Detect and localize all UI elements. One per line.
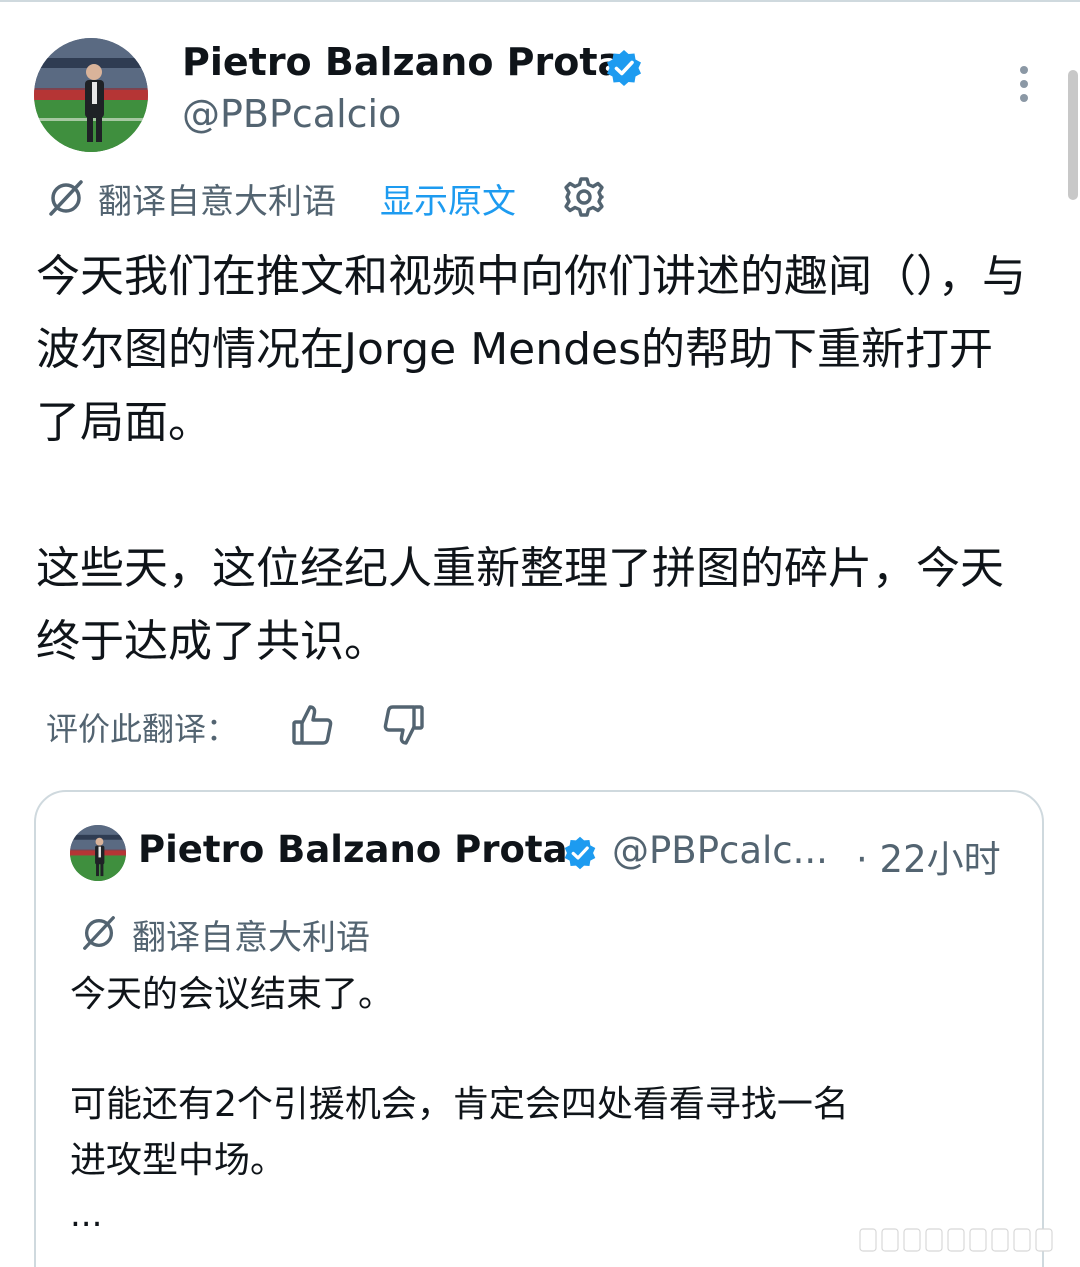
tweet-detail-screen: Pietro Balzano Prota @PBPcalcio 翻译自意大利语 … (0, 0, 1080, 1267)
quoted-author-avatar (70, 825, 126, 881)
thumbs-up-icon[interactable] (290, 702, 336, 748)
tweet-paragraph: 这些天，这位经纪人重新整理了拼图的碎片，今天终于达成了共识。 (36, 543, 1004, 667)
tweet-paragraph: 今天我们在推文和视频中向你们讲述的趣闻（），与波尔图的情况在Jorge Mend… (36, 251, 1026, 448)
quoted-ellipsis: ... (70, 1195, 103, 1235)
verified-badge-icon (564, 836, 596, 870)
quoted-line: 可能还有2个引援机会，肯定会四处看看寻找一名 (70, 1084, 849, 1125)
watermark-logo (859, 1228, 1053, 1252)
quoted-translated-from-label: 翻译自意大利语 (132, 918, 370, 958)
more-vertical-icon[interactable] (1004, 62, 1044, 106)
top-divider (0, 0, 1080, 2)
thumbs-down-icon[interactable] (380, 702, 426, 748)
quoted-tweet-text: 今天的会议结束了。 可能还有2个引援机会，肯定会四处看看寻找一名 进攻型中场。 (70, 967, 1010, 1189)
quoted-author-handle: @PBPcalc... (612, 829, 828, 872)
quoted-line: 进攻型中场。 (70, 1140, 287, 1181)
tweet-text: 今天我们在推文和视频中向你们讲述的趣闻（），与波尔图的情况在Jorge Mend… (36, 240, 1036, 678)
show-original-link[interactable]: 显示原文 (380, 174, 516, 223)
verified-badge-icon (607, 50, 641, 86)
quoted-line: 今天的会议结束了。 (70, 974, 395, 1015)
rate-translation-label: 评价此翻译： (46, 710, 239, 748)
translate-icon (83, 916, 115, 950)
author-handle[interactable]: @PBPcalcio (182, 92, 401, 136)
quoted-author-name: Pietro Balzano Prota (138, 828, 568, 871)
scrollbar[interactable] (1068, 70, 1078, 200)
settings-gear-icon[interactable] (562, 175, 606, 219)
author-display-name[interactable]: Pietro Balzano Prota (182, 40, 623, 84)
translated-from-label: 翻译自意大利语 (98, 182, 336, 222)
author-avatar[interactable] (34, 38, 148, 152)
quoted-timestamp: · 22小时 (856, 838, 1001, 881)
translate-icon (49, 180, 83, 216)
